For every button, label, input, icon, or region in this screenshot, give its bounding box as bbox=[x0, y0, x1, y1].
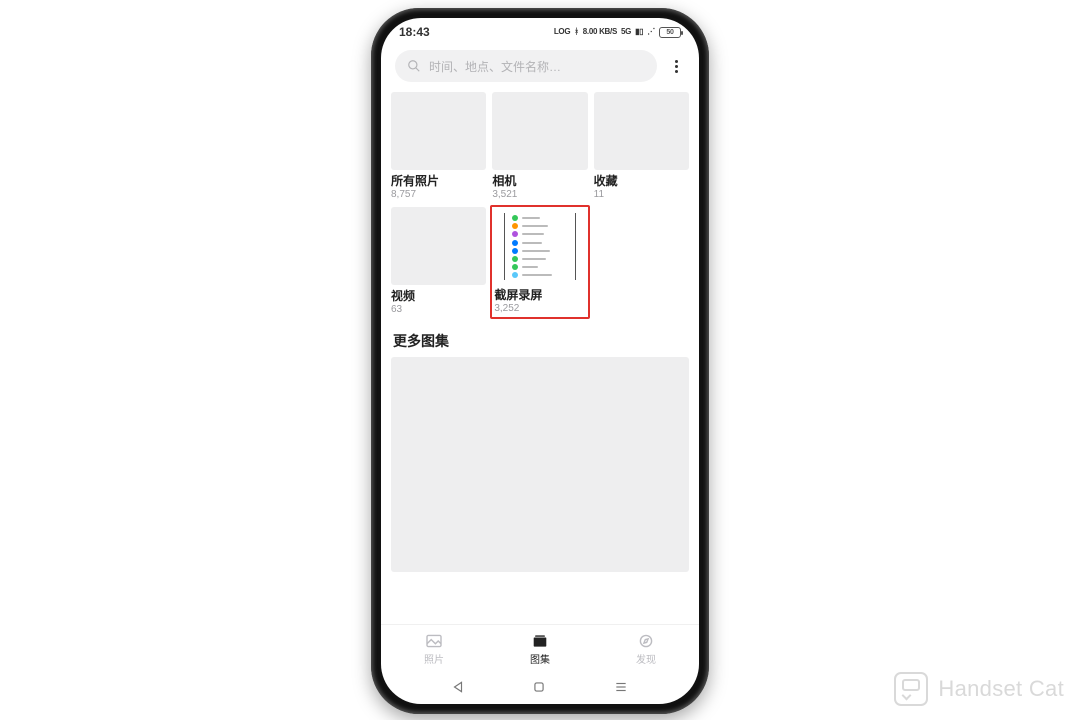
search-row: 时间、地点、文件名称… bbox=[381, 46, 699, 92]
tab-albums[interactable]: 图集 bbox=[487, 625, 593, 674]
content-area: 所有照片 8,757 相机 3,521 收藏 11 视频 bbox=[381, 92, 699, 624]
mini-list-row bbox=[512, 215, 567, 221]
mini-text-line bbox=[522, 274, 552, 276]
album-count: 63 bbox=[391, 304, 486, 316]
album-title: 截屏录屏 bbox=[494, 286, 585, 303]
search-icon bbox=[407, 59, 421, 73]
phone-frame: 18:43 LOG ᚼ 8.00 KB/S 5G ▮▯ ⋰ 50 时间、地点、文… bbox=[371, 8, 709, 714]
tab-label: 发现 bbox=[636, 651, 656, 666]
album-grid-1: 所有照片 8,757 相机 3,521 收藏 11 bbox=[391, 92, 689, 201]
album-favorites[interactable]: 收藏 11 bbox=[594, 92, 689, 201]
tab-label: 图集 bbox=[530, 651, 550, 666]
mini-dot-icon bbox=[512, 240, 518, 246]
status-signal: 5G bbox=[621, 28, 631, 36]
album-thumb bbox=[492, 92, 587, 170]
watermark-icon bbox=[894, 672, 928, 706]
album-count: 3,252 bbox=[494, 303, 585, 315]
tab-bar: 照片 图集 发现 bbox=[381, 624, 699, 674]
more-albums-block[interactable] bbox=[391, 357, 689, 572]
watermark-text: Handset Cat bbox=[938, 676, 1064, 702]
mini-list-row bbox=[512, 248, 567, 254]
mini-list-row bbox=[512, 223, 567, 229]
more-options-button[interactable] bbox=[667, 60, 685, 73]
watermark: Handset Cat bbox=[894, 672, 1064, 706]
mini-text-line bbox=[522, 266, 538, 268]
mini-text-line bbox=[522, 233, 544, 235]
album-camera[interactable]: 相机 3,521 bbox=[492, 92, 587, 201]
mini-list-row bbox=[512, 272, 567, 278]
mini-text-line bbox=[522, 217, 540, 219]
battery-icon: 50 bbox=[659, 27, 681, 38]
mini-dot-icon bbox=[512, 272, 518, 278]
nav-recents-icon[interactable] bbox=[613, 680, 629, 694]
album-grid-2: 视频 63 截屏录屏 3,252 bbox=[391, 207, 689, 317]
signal-bars-icon: ▮▯ bbox=[635, 28, 643, 36]
mini-dot-icon bbox=[512, 215, 518, 221]
tab-label: 照片 bbox=[424, 651, 444, 666]
mini-text-line bbox=[522, 250, 550, 252]
mini-text-line bbox=[522, 225, 548, 227]
status-right: LOG ᚼ 8.00 KB/S 5G ▮▯ ⋰ 50 bbox=[554, 27, 681, 38]
photos-icon bbox=[425, 634, 443, 648]
mini-list-row bbox=[512, 231, 567, 237]
discover-icon bbox=[637, 634, 655, 648]
mini-dot-icon bbox=[512, 256, 518, 262]
status-net: 8.00 KB/S bbox=[583, 28, 617, 36]
album-title: 相机 bbox=[492, 172, 587, 189]
mini-list-row bbox=[512, 240, 567, 246]
mini-dot-icon bbox=[512, 231, 518, 237]
bluetooth-icon: ᚼ bbox=[574, 28, 579, 36]
mini-text-line bbox=[522, 258, 546, 260]
albums-icon bbox=[531, 634, 549, 648]
album-screenshots[interactable]: 截屏录屏 3,252 bbox=[490, 205, 589, 319]
album-count: 8,757 bbox=[391, 189, 486, 201]
status-time: 18:43 bbox=[399, 25, 430, 39]
system-nav-bar bbox=[381, 674, 699, 704]
album-count: 11 bbox=[594, 189, 689, 201]
album-all-photos[interactable]: 所有照片 8,757 bbox=[391, 92, 486, 201]
status-band: LOG bbox=[554, 28, 570, 36]
mini-dot-icon bbox=[512, 248, 518, 254]
nav-back-icon[interactable] bbox=[451, 680, 465, 694]
mini-dot-icon bbox=[512, 264, 518, 270]
album-thumb bbox=[391, 92, 486, 170]
mini-dot-icon bbox=[512, 223, 518, 229]
album-thumb bbox=[594, 92, 689, 170]
wifi-icon: ⋰ bbox=[647, 28, 655, 36]
more-albums-heading: 更多图集 bbox=[393, 331, 687, 351]
album-screenshots-thumb bbox=[494, 209, 585, 284]
nav-home-icon[interactable] bbox=[532, 680, 546, 694]
tab-photos[interactable]: 照片 bbox=[381, 625, 487, 674]
search-input[interactable]: 时间、地点、文件名称… bbox=[395, 50, 657, 82]
phone-screen: 18:43 LOG ᚼ 8.00 KB/S 5G ▮▯ ⋰ 50 时间、地点、文… bbox=[381, 18, 699, 704]
search-placeholder: 时间、地点、文件名称… bbox=[429, 58, 561, 75]
mini-list-row bbox=[512, 256, 567, 262]
album-videos[interactable]: 视频 63 bbox=[391, 207, 486, 317]
album-count: 3,521 bbox=[492, 189, 587, 201]
album-title: 收藏 bbox=[594, 172, 689, 189]
tab-discover[interactable]: 发现 bbox=[593, 625, 699, 674]
status-bar: 18:43 LOG ᚼ 8.00 KB/S 5G ▮▯ ⋰ 50 bbox=[381, 18, 699, 46]
mini-list-row bbox=[512, 264, 567, 270]
album-title: 视频 bbox=[391, 287, 486, 304]
album-title: 所有照片 bbox=[391, 172, 486, 189]
mini-text-line bbox=[522, 242, 542, 244]
album-thumb bbox=[391, 207, 486, 285]
